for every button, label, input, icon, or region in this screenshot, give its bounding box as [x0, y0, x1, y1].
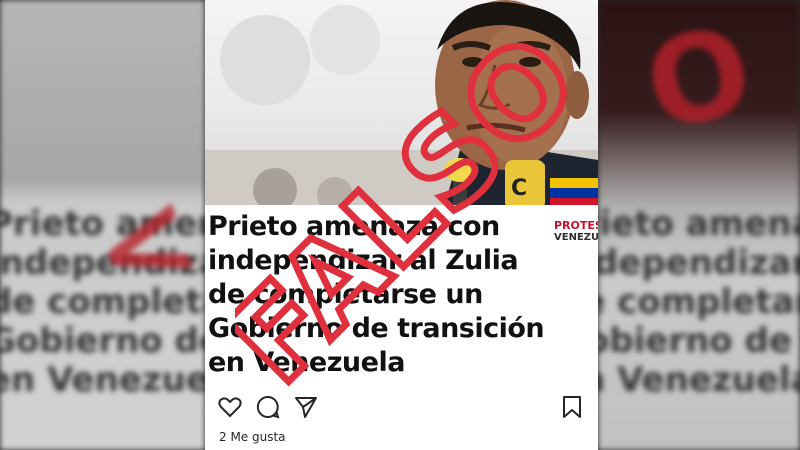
headline-line-5: en Venezuela [208, 347, 405, 378]
bookmark-icon[interactable] [559, 394, 585, 420]
blurred-stamp-right: O [634, 0, 764, 159]
like-count[interactable]: 2 Me gusta [219, 430, 286, 444]
headline-line-3: de completarse un [208, 279, 483, 310]
headline-line-4: Gobierno de transición [208, 313, 545, 344]
post-headline: Prieto amenaza con independizar al Zulia… [208, 210, 598, 380]
blurred-headline-right: Prieto amenaza con independizar al Zulia… [598, 204, 800, 400]
headline-line-2: independizar al Zulia [208, 245, 519, 276]
send-icon[interactable] [293, 394, 319, 420]
svg-text:C: C [511, 176, 527, 201]
blurred-background-right: O Prieto amenaza con independizar al Zul… [598, 0, 800, 450]
brand-watermark: PROTES VENEZUI [554, 186, 598, 248]
post-photo: C [205, 0, 598, 205]
brand-line-1: PROTES [554, 219, 598, 232]
headline-line-1: Prieto amenaza con [208, 211, 500, 242]
instagram-post: C Prieto amenaza con independizar al Zul… [205, 0, 598, 450]
heart-icon[interactable] [217, 394, 243, 420]
comment-icon[interactable] [255, 394, 281, 420]
brand-line-2: VENEZUI [554, 232, 598, 243]
post-action-bar [205, 388, 598, 428]
politician-portrait: C [205, 0, 598, 205]
blurred-background-left: Prieto amenaza con independizar al Zulia… [0, 0, 205, 450]
